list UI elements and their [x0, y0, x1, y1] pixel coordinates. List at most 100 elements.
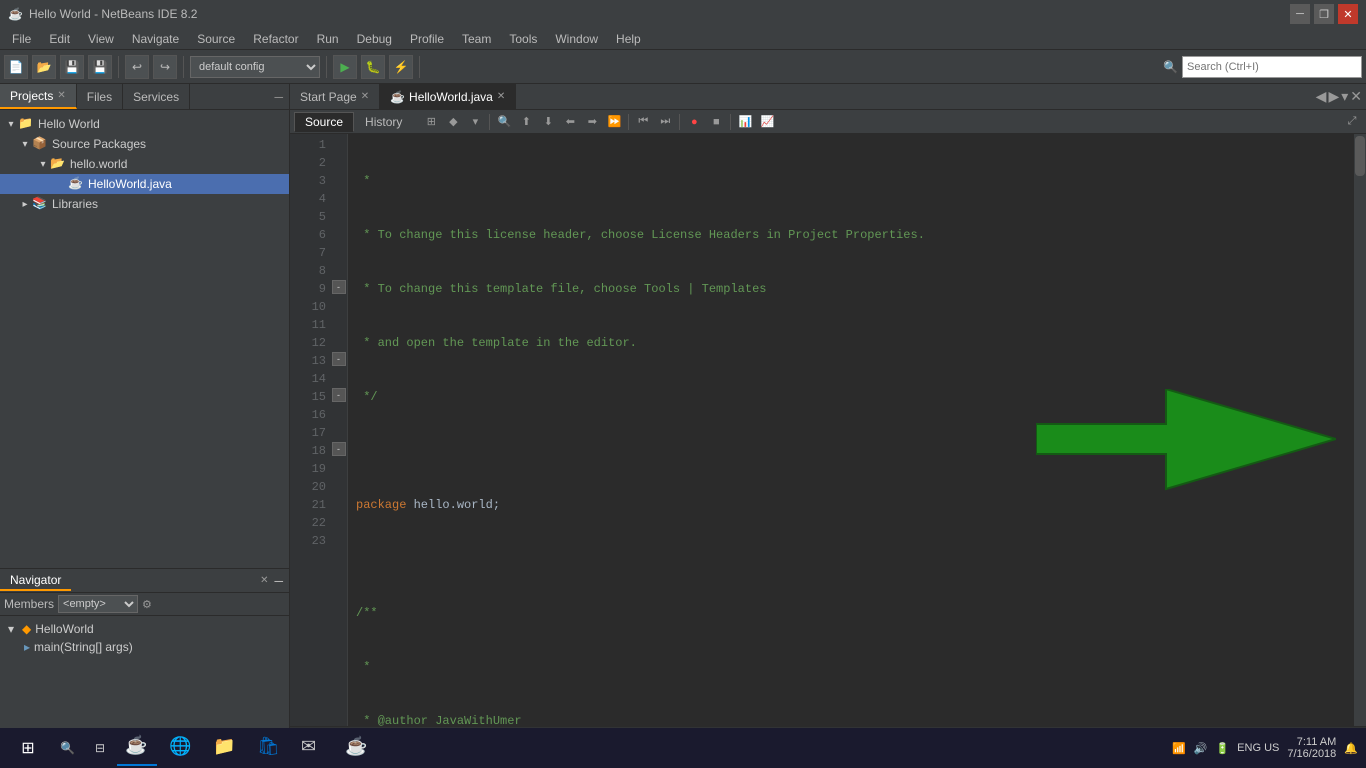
- code-line-4: * and open the template in the editor.: [356, 334, 1346, 352]
- editor-toolbar-btn-7[interactable]: ⬅: [560, 112, 580, 132]
- expand-editor-button[interactable]: ⤢: [1342, 112, 1362, 132]
- taskbar-mail[interactable]: ✉: [293, 730, 333, 766]
- menu-refactor[interactable]: Refactor: [245, 30, 306, 48]
- panel-minimize-icon[interactable]: ─: [268, 88, 289, 106]
- tab-helloworld-java[interactable]: ☕ HelloWorld.java ✕: [380, 84, 516, 109]
- code-line-2: * To change this license header, choose …: [356, 226, 1346, 244]
- chart-button-2[interactable]: 📈: [757, 112, 777, 132]
- taskbar-search[interactable]: 🔍: [52, 730, 83, 766]
- chart-button-1[interactable]: 📊: [735, 112, 755, 132]
- explorer-taskbar-icon: 📁: [213, 736, 237, 760]
- menu-bar: File Edit View Navigate Source Refactor …: [0, 28, 1366, 50]
- menu-tools[interactable]: Tools: [501, 30, 545, 48]
- tab-dropdown-icon[interactable]: ▾: [1341, 88, 1348, 105]
- debug-project-button[interactable]: 🐛: [361, 55, 385, 79]
- network-icon: 📶: [1172, 742, 1186, 755]
- taskbar-explorer[interactable]: 📁: [205, 730, 245, 766]
- main-layout: Projects ✕ Files Services ─ ▾ 📁 Hello Wo…: [0, 84, 1366, 768]
- tab-files[interactable]: Files: [77, 84, 123, 109]
- editor-toolbar-btn-8[interactable]: ➡: [582, 112, 602, 132]
- source-history-tabs: Source History ⊞ ◆ ▾ 🔍 ⬆ ⬇ ⬅ ➡ ⏩ ⏮ ⏭ ● ■: [290, 110, 1366, 134]
- run-project-button[interactable]: ▶: [333, 55, 357, 79]
- search-icon: 🔍: [1163, 60, 1178, 74]
- start-button[interactable]: ⊞: [8, 730, 48, 766]
- taskbar-java[interactable]: ☕: [337, 730, 377, 766]
- editor-toolbar-btn-4[interactable]: 🔍: [494, 112, 514, 132]
- menu-navigate[interactable]: Navigate: [124, 30, 187, 48]
- tree-item-helloworldjava[interactable]: ☕ HelloWorld.java: [0, 174, 289, 194]
- navigator-action-button[interactable]: ⚙: [142, 598, 152, 611]
- vertical-scrollbar[interactable]: [1354, 134, 1366, 726]
- members-select[interactable]: <empty>: [58, 595, 138, 613]
- editor-toolbar-btn-6[interactable]: ⬇: [538, 112, 558, 132]
- helloworld-close-icon[interactable]: ✕: [497, 91, 505, 102]
- code-editor[interactable]: 12345 678910 1112131415 1617181920 21222…: [290, 134, 1366, 726]
- menu-debug[interactable]: Debug: [349, 30, 400, 48]
- menu-source[interactable]: Source: [189, 30, 243, 48]
- editor-toolbar-btn-10[interactable]: ⏮: [633, 112, 653, 132]
- tree-item-libraries[interactable]: ▸ 📚 Libraries: [0, 194, 289, 214]
- editor-toolbar-btn-1[interactable]: ⊞: [421, 112, 441, 132]
- tab-source[interactable]: Source: [294, 112, 354, 132]
- close-button[interactable]: ✕: [1338, 4, 1358, 24]
- editor-toolbar-btn-11[interactable]: ⏭: [655, 112, 675, 132]
- start-page-close-icon[interactable]: ✕: [361, 91, 369, 102]
- menu-edit[interactable]: Edit: [41, 30, 78, 48]
- tab-scroll-left-icon[interactable]: ◀: [1316, 88, 1327, 105]
- menu-window[interactable]: Window: [547, 30, 606, 48]
- tab-projects[interactable]: Projects ✕: [0, 84, 77, 109]
- editor-toolbar-btn-3[interactable]: ▾: [465, 112, 485, 132]
- taskbar-netbeans[interactable]: ☕: [117, 730, 157, 766]
- navigator-close-icon[interactable]: ✕: [260, 575, 274, 586]
- tab-projects-close-icon[interactable]: ✕: [57, 90, 65, 101]
- taskbar-edge[interactable]: 🌐: [161, 730, 201, 766]
- editor-toolbar-btn-2[interactable]: ◆: [443, 112, 463, 132]
- open-project-button[interactable]: 📂: [32, 55, 56, 79]
- save-button[interactable]: 💾: [60, 55, 84, 79]
- tab-close-all-icon[interactable]: ✕: [1350, 88, 1362, 105]
- tab-history[interactable]: History: [354, 112, 413, 132]
- config-select[interactable]: default config: [190, 56, 320, 78]
- profile-project-button[interactable]: ⚡: [389, 55, 413, 79]
- tab-start-page[interactable]: Start Page ✕: [290, 84, 380, 109]
- maximize-button[interactable]: ❐: [1314, 4, 1334, 24]
- java-file-icon: ☕: [68, 176, 84, 192]
- editor-toolbar-btn-5[interactable]: ⬆: [516, 112, 536, 132]
- menu-run[interactable]: Run: [309, 30, 347, 48]
- stop-button[interactable]: ●: [684, 112, 704, 132]
- code-content[interactable]: * * To change this license header, choos…: [348, 134, 1354, 726]
- menu-team[interactable]: Team: [454, 30, 499, 48]
- notification-icon[interactable]: 🔔: [1344, 742, 1358, 755]
- pause-button[interactable]: ■: [706, 112, 726, 132]
- toolbar-separator: [489, 114, 490, 130]
- tab-scroll-right-icon[interactable]: ▶: [1328, 88, 1339, 105]
- menu-profile[interactable]: Profile: [402, 30, 452, 48]
- menu-help[interactable]: Help: [608, 30, 649, 48]
- tree-item-hello-world-pkg[interactable]: ▾ 📂 hello.world: [0, 154, 289, 174]
- code-line-9: /**: [356, 604, 1346, 622]
- fold-button-javadoc[interactable]: -: [332, 280, 346, 294]
- fold-button-javadoc2[interactable]: -: [332, 388, 346, 402]
- save-all-button[interactable]: 💾: [88, 55, 112, 79]
- tree-item-helloworld-root[interactable]: ▾ 📁 Hello World: [0, 114, 289, 134]
- new-project-button[interactable]: 📄: [4, 55, 28, 79]
- taskbar: ⊞ 🔍 ⊟ ☕ 🌐 📁 🛍 ✉ ☕ 📶 🔊 🔋 ENG US 7:11 AM 7…: [0, 728, 1366, 768]
- navigator-tab[interactable]: Navigator: [0, 571, 71, 591]
- menu-file[interactable]: File: [4, 30, 39, 48]
- menu-view[interactable]: View: [80, 30, 122, 48]
- nav-item-main-method[interactable]: ▸ main(String[] args): [4, 638, 285, 656]
- navigator-minimize-icon[interactable]: ─: [274, 574, 289, 588]
- search-input[interactable]: [1182, 56, 1362, 78]
- fold-button-main[interactable]: -: [332, 442, 346, 456]
- redo-button[interactable]: ↪: [153, 55, 177, 79]
- tab-services[interactable]: Services: [123, 84, 190, 109]
- fold-button-class[interactable]: -: [332, 352, 346, 366]
- minimize-button[interactable]: ─: [1290, 4, 1310, 24]
- tree-item-source-packages[interactable]: ▾ 📦 Source Packages: [0, 134, 289, 154]
- taskbar-store[interactable]: 🛍: [249, 730, 289, 766]
- scrollbar-thumb[interactable]: [1355, 136, 1365, 176]
- undo-button[interactable]: ↩: [125, 55, 149, 79]
- editor-toolbar-btn-9[interactable]: ⏩: [604, 112, 624, 132]
- taskbar-task-view[interactable]: ⊟: [87, 730, 113, 766]
- nav-item-helloworld[interactable]: ▾ ◆ HelloWorld: [4, 620, 285, 638]
